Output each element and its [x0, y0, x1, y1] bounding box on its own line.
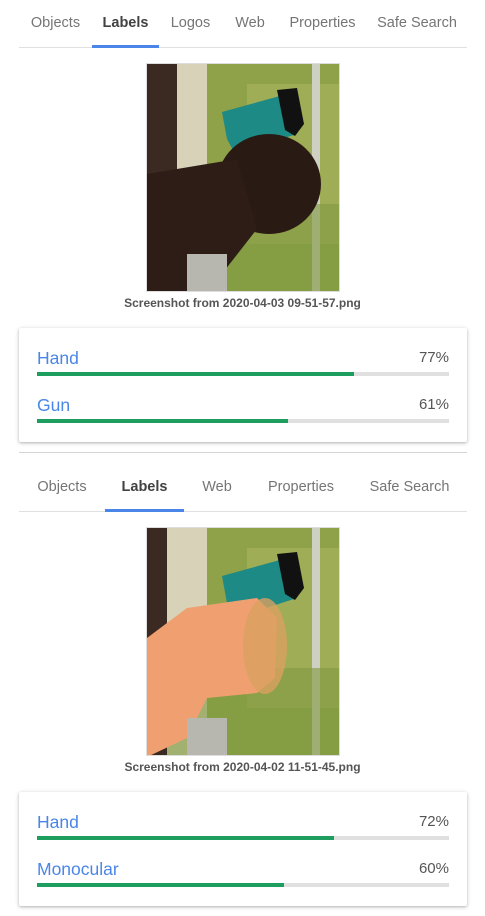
tab-logos[interactable]: Logos	[159, 0, 222, 47]
tab-labels[interactable]: Labels	[92, 0, 159, 48]
tab-objects[interactable]: Objects	[19, 464, 105, 511]
tab-labels[interactable]: Labels	[105, 464, 184, 512]
tab-properties[interactable]: Properties	[278, 0, 367, 47]
label-name[interactable]: Monocular	[37, 859, 119, 880]
label-name[interactable]: Hand	[37, 348, 79, 369]
tab-web[interactable]: Web	[222, 0, 278, 47]
label-row: Gun 61%	[37, 395, 449, 435]
label-row: Hand 77%	[37, 348, 449, 388]
tab-web[interactable]: Web	[184, 464, 250, 511]
score-bar-track	[37, 883, 449, 887]
score-bar-track	[37, 836, 449, 840]
tab-bar: Objects Labels Web Properties Safe Searc…	[19, 464, 467, 512]
labels-card: Hand 72% Monocular 60%	[19, 792, 467, 906]
tab-safe-search[interactable]: Safe Search	[352, 464, 467, 511]
score-bar-fill	[37, 836, 334, 840]
uploaded-image-thumbnail	[146, 527, 340, 756]
label-row: Hand 72%	[37, 812, 449, 852]
score-bar-track	[37, 372, 449, 376]
tab-safe-search[interactable]: Safe Search	[367, 0, 467, 47]
label-score: 72%	[418, 813, 449, 830]
tab-objects[interactable]: Objects	[19, 0, 92, 47]
score-bar-fill	[37, 419, 289, 423]
tab-bar: Objects Labels Logos Web Properties Safe…	[19, 0, 467, 48]
score-bar-fill	[37, 372, 355, 376]
label-score: 60%	[418, 860, 449, 877]
labels-card: Hand 77% Gun 61%	[19, 328, 467, 442]
tab-properties[interactable]: Properties	[250, 464, 352, 511]
label-score: 61%	[418, 396, 449, 413]
image-filename: Screenshot from 2020-04-02 11-51-45.png	[124, 760, 361, 774]
label-name[interactable]: Gun	[37, 395, 70, 416]
score-bar-fill	[37, 883, 285, 887]
score-bar-track	[37, 419, 449, 423]
label-score: 77%	[418, 349, 449, 366]
panel-divider	[19, 452, 467, 453]
uploaded-image-thumbnail	[146, 63, 340, 292]
label-name[interactable]: Hand	[37, 812, 79, 833]
label-row: Monocular 60%	[37, 859, 449, 899]
image-filename: Screenshot from 2020-04-03 09-51-57.png	[124, 296, 361, 310]
